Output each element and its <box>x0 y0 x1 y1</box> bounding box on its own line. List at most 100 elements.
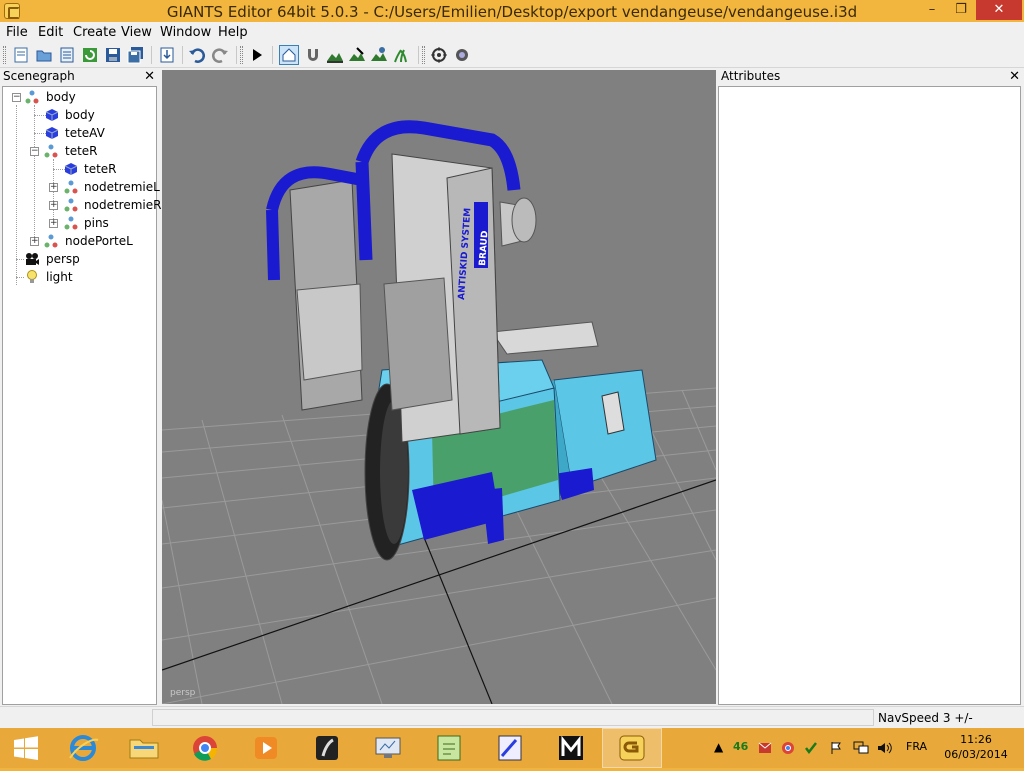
scenegraph-close-button[interactable]: ✕ <box>144 69 155 84</box>
tree-node-nodetremier[interactable]: + nodetremieR <box>3 196 161 214</box>
undo-icon[interactable] <box>188 46 206 64</box>
tree-node-persp[interactable]: persp <box>3 250 156 268</box>
tree-node-pins[interactable]: + pins <box>3 214 156 232</box>
new-file-icon[interactable] <box>12 46 30 64</box>
transform-group-icon <box>64 216 78 230</box>
network-tray-icon[interactable] <box>853 741 869 755</box>
tree-node-label: nodetremieL <box>84 180 160 194</box>
tree-node-label: teteR <box>84 162 117 176</box>
tree-node-teter-transform[interactable]: − teteR <box>3 142 156 160</box>
tree-node-nodetremiel[interactable]: + nodetremieL <box>3 178 160 196</box>
toolbar-grip[interactable] <box>422 46 425 64</box>
play-icon[interactable] <box>248 46 266 64</box>
toolbar-separator <box>182 46 183 64</box>
collapse-toggle[interactable]: − <box>12 93 21 102</box>
save-all-icon[interactable] <box>127 46 145 64</box>
chrome-icon <box>193 736 218 761</box>
show-hidden-icons-button[interactable]: ▲ <box>714 740 723 754</box>
home-icon[interactable] <box>279 45 299 65</box>
3d-viewport[interactable]: ANTISKID SYSTEM BRAUD persp <box>162 70 716 704</box>
transform-group-icon <box>64 180 78 194</box>
terrain-paint-icon[interactable] <box>348 46 366 64</box>
tree-node-nodeportel[interactable]: + nodePorteL <box>3 232 156 250</box>
menu-view[interactable]: View <box>121 25 152 40</box>
minimize-button[interactable]: – <box>918 0 946 20</box>
title-bar[interactable]: GIANTS Editor 64bit 5.0.3 - C:/Users/Emi… <box>0 0 1024 22</box>
transform-group-icon <box>25 90 39 104</box>
modeling-app-icon <box>559 735 583 760</box>
list-icon[interactable] <box>58 46 76 64</box>
terrain-foliage-icon[interactable] <box>370 46 388 64</box>
shape-cube-icon <box>45 127 59 139</box>
terrain-icon[interactable] <box>326 46 344 64</box>
taskbar-design-app[interactable] <box>480 728 540 768</box>
taskbar-giants-editor[interactable] <box>602 728 662 768</box>
taskbar-3d-app[interactable] <box>541 728 601 768</box>
tree-node-label: light <box>46 270 73 284</box>
tree-node-body-transform[interactable]: − body <box>3 88 156 106</box>
action-center-flag-icon[interactable] <box>829 741 843 755</box>
taskbar-chrome[interactable] <box>175 728 235 768</box>
open-file-icon[interactable] <box>35 46 53 64</box>
taskbar-remote-desktop[interactable] <box>358 728 418 768</box>
paint-brush-icon <box>316 736 338 760</box>
editor-window: GIANTS Editor 64bit 5.0.3 - C:/Users/Emi… <box>0 0 1024 728</box>
window-title: GIANTS Editor 64bit 5.0.3 - C:/Users/Emi… <box>166 3 858 21</box>
checkmark-tray-icon[interactable] <box>804 741 818 755</box>
taskbar-notepad-plus[interactable] <box>419 728 479 768</box>
tree-node-label: nodetremieR <box>84 198 162 212</box>
tree-node-label: persp <box>46 252 80 266</box>
refresh-icon[interactable] <box>81 46 99 64</box>
expand-toggle[interactable]: + <box>49 201 58 210</box>
close-button[interactable]: ✕ <box>976 0 1022 20</box>
navspeed-readout: NavSpeed 3 +/- <box>878 711 973 725</box>
network-icon[interactable] <box>430 46 448 64</box>
tree-node-label: teteAV <box>65 126 105 140</box>
mail-tray-icon[interactable] <box>758 741 772 755</box>
magnet-icon[interactable] <box>304 46 322 64</box>
status-message-field <box>152 709 874 726</box>
maximize-button[interactable]: ❐ <box>947 0 975 20</box>
menu-help[interactable]: Help <box>218 25 248 40</box>
attributes-close-button[interactable]: ✕ <box>1009 69 1020 84</box>
start-button[interactable] <box>0 728 52 768</box>
toolbar-grip[interactable] <box>240 46 243 64</box>
volume-icon[interactable] <box>877 741 893 755</box>
toolbar-separator <box>236 46 237 64</box>
collapse-toggle[interactable]: − <box>30 147 39 156</box>
expand-toggle[interactable]: + <box>49 219 58 228</box>
taskbar-media-player[interactable] <box>236 728 296 768</box>
foliage-icon[interactable] <box>392 46 410 64</box>
system-clock[interactable]: 11:26 06/03/2014 <box>940 732 1012 762</box>
redo-icon[interactable] <box>211 46 229 64</box>
tree-node-light[interactable]: light <box>3 268 156 286</box>
tree-node-body-shape[interactable]: body <box>3 106 156 124</box>
save-icon[interactable] <box>104 46 122 64</box>
shape-cube-icon <box>45 109 59 121</box>
expand-toggle[interactable]: + <box>30 237 39 246</box>
menu-window[interactable]: Window <box>160 25 211 40</box>
toolbar-grip[interactable] <box>3 46 6 64</box>
harvester-model[interactable] <box>266 120 657 561</box>
import-icon[interactable] <box>158 46 176 64</box>
taskbar-explorer[interactable] <box>114 728 174 768</box>
tree-node-teter-shape[interactable]: teteR <box>3 160 156 178</box>
menu-create[interactable]: Create <box>73 25 116 40</box>
toolbar-separator <box>151 46 152 64</box>
tree-node-teteav[interactable]: teteAV <box>3 124 156 142</box>
menu-edit[interactable]: Edit <box>38 25 63 40</box>
language-indicator[interactable]: FRA <box>906 740 927 753</box>
scenegraph-panel: − body body teteAV − teteR teteR + nodet… <box>2 86 161 705</box>
notepad-icon <box>437 735 461 761</box>
taskbar-app-brush[interactable] <box>297 728 357 768</box>
chrome-tray-icon[interactable] <box>781 741 795 755</box>
taskbar-ie[interactable] <box>53 728 113 768</box>
tree-node-label: nodePorteL <box>65 234 133 248</box>
settings-icon[interactable] <box>453 46 471 64</box>
monitor-icon <box>375 737 401 758</box>
light-bulb-icon <box>27 270 37 283</box>
tray-counter[interactable]: 46 <box>733 740 748 753</box>
expand-toggle[interactable]: + <box>49 183 58 192</box>
menu-file[interactable]: File <box>6 25 28 40</box>
taskbar: ▲ 46 FRA 11:26 06/03/2014 <box>0 728 1024 768</box>
